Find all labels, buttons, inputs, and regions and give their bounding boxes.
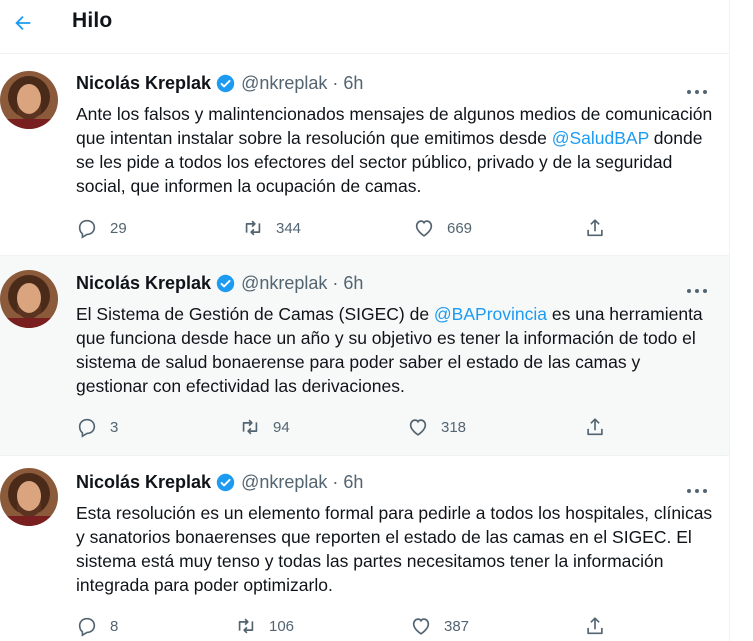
share-icon xyxy=(587,219,603,237)
share-icon xyxy=(587,418,603,436)
reply-count: 8 xyxy=(110,617,119,635)
thread-header: Hilo xyxy=(0,0,729,54)
tweet[interactable]: Nicolás Kreplak @nkreplak · 6h Ante los … xyxy=(0,54,729,256)
heart-icon xyxy=(415,220,433,237)
tweet-text-part: Esta resolución es un elemento formal pa… xyxy=(76,503,713,595)
heart-icon xyxy=(412,618,430,635)
retweet-count: 344 xyxy=(276,219,302,237)
avatar-photo-icon xyxy=(0,270,58,328)
reply-button[interactable]: 3 xyxy=(76,416,118,438)
dot-separator: · xyxy=(332,472,339,492)
tweet-actions: 8 106 387 xyxy=(76,615,636,639)
tweet-text: Esta resolución es un elemento formal pa… xyxy=(76,501,716,597)
like-button[interactable]: 387 xyxy=(410,615,469,637)
share-button[interactable] xyxy=(584,416,606,438)
reply-icon xyxy=(78,617,96,637)
reply-icon xyxy=(78,219,96,239)
tweet-header: Nicolás Kreplak @nkreplak · 6h xyxy=(76,73,363,94)
tweet-time[interactable]: 6h xyxy=(343,472,363,493)
retweet-icon xyxy=(238,618,254,634)
author-name[interactable]: Nicolás Kreplak xyxy=(76,273,211,294)
more-dots-icon xyxy=(687,289,707,293)
arrow-left-icon xyxy=(15,15,31,31)
like-button[interactable]: 669 xyxy=(413,217,472,239)
page-title: Hilo xyxy=(72,9,113,32)
avatar[interactable] xyxy=(0,71,58,129)
tweet-actions: 3 94 318 xyxy=(76,416,636,440)
dot-separator: · xyxy=(332,273,339,293)
avatar-photo-icon xyxy=(0,71,58,129)
like-count: 318 xyxy=(441,418,467,436)
author-name[interactable]: Nicolás Kreplak xyxy=(76,73,211,94)
reply-button[interactable]: 8 xyxy=(76,615,118,637)
avatar[interactable] xyxy=(0,270,58,328)
like-count: 669 xyxy=(447,219,473,237)
author-handle[interactable]: @nkreplak xyxy=(241,273,327,294)
tweet-time[interactable]: 6h xyxy=(343,73,363,94)
tweet[interactable]: Nicolás Kreplak @nkreplak · 6h El Sistem… xyxy=(0,256,729,456)
retweet-button[interactable]: 94 xyxy=(239,416,290,438)
avatar[interactable] xyxy=(0,468,58,526)
verified-badge-icon xyxy=(216,473,235,492)
tweet-header: Nicolás Kreplak @nkreplak · 6h xyxy=(76,472,363,493)
reply-count: 29 xyxy=(110,219,127,237)
more-options-button[interactable] xyxy=(686,82,708,94)
more-dots-icon xyxy=(687,90,707,94)
tweet-text-part: El Sistema de Gestión de Camas (SIGEC) d… xyxy=(76,304,434,324)
mention-link[interactable]: @BAProvincia xyxy=(434,304,547,324)
author-name[interactable]: Nicolás Kreplak xyxy=(76,472,211,493)
reply-button[interactable]: 29 xyxy=(76,217,127,239)
share-button[interactable] xyxy=(584,615,606,637)
tweet-actions: 29 344 669 xyxy=(76,217,636,241)
tweet-header: Nicolás Kreplak @nkreplak · 6h xyxy=(76,273,363,294)
more-options-button[interactable] xyxy=(686,481,708,493)
tweet-text: El Sistema de Gestión de Camas (SIGEC) d… xyxy=(76,302,716,398)
retweet-icon xyxy=(242,419,258,435)
retweet-count: 106 xyxy=(269,617,295,635)
share-button[interactable] xyxy=(584,217,606,239)
mention-link[interactable]: @SaludBAP xyxy=(552,128,649,148)
more-dots-icon xyxy=(687,489,707,493)
share-icon xyxy=(587,617,603,635)
heart-icon xyxy=(409,419,427,436)
tweet-time[interactable]: 6h xyxy=(343,273,363,294)
dot-separator: · xyxy=(332,73,339,93)
like-count: 387 xyxy=(444,617,470,635)
author-handle[interactable]: @nkreplak xyxy=(241,472,327,493)
retweet-icon xyxy=(245,220,261,236)
like-button[interactable]: 318 xyxy=(407,416,466,438)
retweet-button[interactable]: 344 xyxy=(242,217,301,239)
thread-panel: Hilo Nicolás Kreplak @nkreplak · 6h Ante… xyxy=(0,0,730,641)
verified-badge-icon xyxy=(216,74,235,93)
verified-badge-icon xyxy=(216,274,235,293)
avatar-photo-icon xyxy=(0,468,58,526)
more-options-button[interactable] xyxy=(686,281,708,293)
author-handle[interactable]: @nkreplak xyxy=(241,73,327,94)
back-button[interactable] xyxy=(6,6,40,40)
retweet-button[interactable]: 106 xyxy=(235,615,294,637)
retweet-count: 94 xyxy=(273,418,290,436)
reply-count: 3 xyxy=(110,418,119,436)
tweet[interactable]: Nicolás Kreplak @nkreplak · 6h Esta reso… xyxy=(0,456,729,641)
tweet-text: Ante los falsos y malintencionados mensa… xyxy=(76,102,716,198)
reply-icon xyxy=(78,418,96,438)
